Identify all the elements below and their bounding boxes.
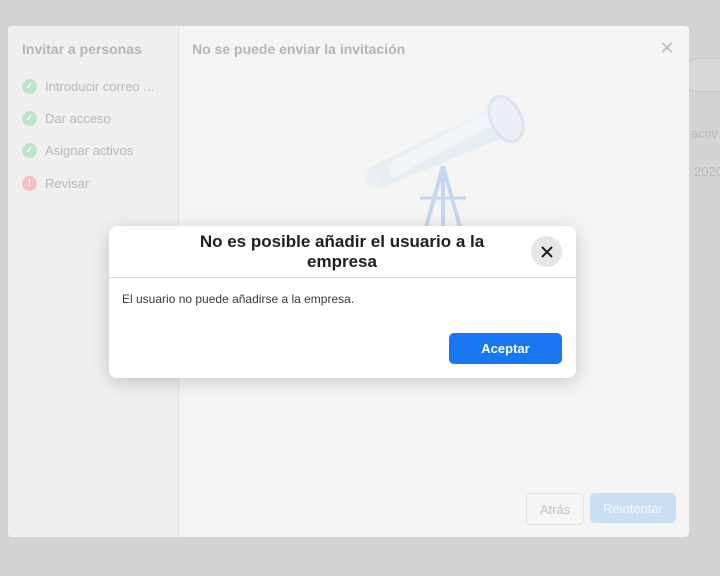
background-column-header: activ <box>691 126 718 141</box>
background-cell: 2020 <box>694 164 720 179</box>
step-review[interactable]: ! Revisar <box>22 173 89 193</box>
alert-close-button[interactable] <box>531 236 562 267</box>
step-label: Revisar <box>45 175 90 191</box>
check-icon: ✓ <box>22 142 37 158</box>
close-icon[interactable]: ✕ <box>657 38 677 58</box>
error-alert-dialog: No es posible añadir el usuario a la emp… <box>109 226 576 378</box>
accept-button[interactable]: Aceptar <box>449 333 562 364</box>
retry-button[interactable]: Reintentar <box>590 493 676 523</box>
wizard-title: No se puede enviar la invitación <box>192 41 406 57</box>
check-icon: ✓ <box>22 110 37 126</box>
step-label: Introducir correo ... <box>45 78 155 94</box>
error-icon: ! <box>22 175 37 191</box>
wizard-sidebar-title: Invitar a personas <box>22 41 142 57</box>
step-label: Dar acceso <box>45 110 111 126</box>
step-enter-email[interactable]: ✓ Introducir correo ... <box>22 76 154 96</box>
check-icon: ✓ <box>22 78 37 94</box>
alert-title: No es posible añadir el usuario a la emp… <box>199 232 485 271</box>
close-icon <box>540 245 553 258</box>
step-assign-assets[interactable]: ✓ Asignar activos <box>22 140 133 160</box>
step-label: Asignar activos <box>45 142 134 158</box>
alert-header: No es posible añadir el usuario a la emp… <box>109 226 576 278</box>
back-button[interactable]: Atrás <box>526 493 584 525</box>
alert-message: El usuario no puede añadirse a la empres… <box>122 292 355 306</box>
background-button <box>688 58 720 92</box>
step-give-access[interactable]: ✓ Dar acceso <box>22 108 111 128</box>
